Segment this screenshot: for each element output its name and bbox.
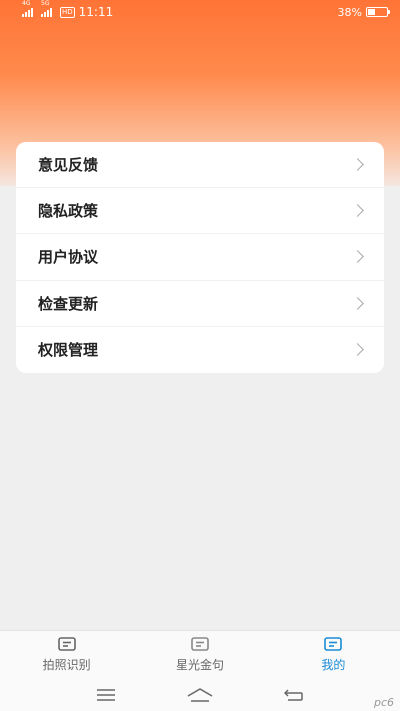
hd-badge: HD <box>60 6 75 18</box>
battery-icon <box>366 7 390 17</box>
status-time: 11:11 <box>78 5 114 19</box>
menu-icon[interactable] <box>96 688 116 702</box>
menu-item-check-update[interactable]: 检查更新 <box>16 281 384 327</box>
home-icon[interactable] <box>187 687 213 703</box>
menu-item-permissions[interactable]: 权限管理 <box>16 327 384 373</box>
chevron-right-icon <box>351 343 364 357</box>
menu-item-label: 权限管理 <box>38 341 99 360</box>
chevron-right-icon <box>351 158 364 171</box>
tab-photo-recognition[interactable]: 拍照识别 <box>0 631 133 678</box>
back-icon[interactable] <box>284 688 304 702</box>
menu-item-user-agreement[interactable]: 用户协议 <box>16 234 384 281</box>
menu-item-label: 用户协议 <box>38 248 99 267</box>
signal-2-icon: 5G <box>41 0 56 17</box>
tab-label: 拍照识别 <box>42 657 91 672</box>
battery-percent: 38% <box>337 5 362 19</box>
watermark: pc6 <box>373 696 394 709</box>
chevron-right-icon <box>351 250 364 264</box>
tab-label: 星光金句 <box>175 657 224 672</box>
network-type-1: 4G <box>22 0 31 7</box>
signal-1-icon: 4G <box>22 0 37 17</box>
network-type-2: 5G <box>41 0 50 7</box>
chevron-right-icon <box>351 296 364 310</box>
settings-menu-card: 意见反馈 隐私政策 用户协议 检查更新 权限管理 <box>16 142 384 373</box>
system-navigation-bar <box>0 678 400 711</box>
tab-mine[interactable]: 我的 <box>267 631 400 678</box>
tab-starlight-quotes[interactable]: 星光金句 <box>133 631 266 678</box>
menu-item-label: 意见反馈 <box>38 156 99 175</box>
message-square-icon <box>191 636 209 651</box>
battery-fill <box>368 9 375 15</box>
status-bar: 4G 5G HD 11:11 38% <box>0 0 400 24</box>
menu-item-feedback[interactable]: 意见反馈 <box>16 142 384 189</box>
menu-item-privacy-policy[interactable]: 隐私政策 <box>16 188 384 235</box>
menu-item-label: 隐私政策 <box>38 202 99 221</box>
message-square-icon <box>57 636 76 651</box>
chevron-right-icon <box>351 204 364 218</box>
tab-label: 我的 <box>321 657 346 672</box>
message-square-icon <box>324 636 343 651</box>
bottom-tab-bar: 拍照识别 星光金句 我的 <box>0 630 400 678</box>
menu-item-label: 检查更新 <box>38 294 99 313</box>
